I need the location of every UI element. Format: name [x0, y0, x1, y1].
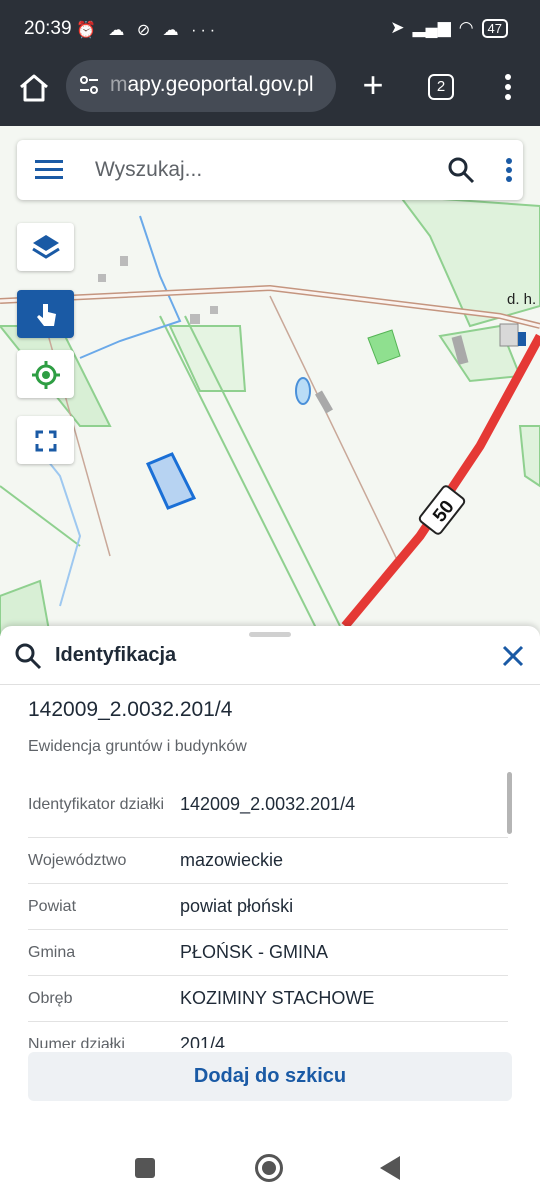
close-icon[interactable] [500, 643, 526, 669]
map-boundary [184, 315, 341, 627]
map-boundary [0, 485, 81, 547]
row-value: mazowieckie [180, 850, 284, 870]
home-button[interactable] [16, 70, 52, 106]
identification-panel: Identyfikacja 142009_2.0032.201/4 Ewiden… [0, 626, 540, 1136]
table-row: Obręb KOZIMINY STACHOWE [28, 976, 508, 1022]
url-faded-prefix: m [110, 73, 128, 96]
row-value: 142009_2.0032.201/4 [180, 794, 356, 814]
map-green-area [518, 425, 540, 488]
layers-button[interactable] [17, 223, 74, 271]
row-value: KOZIMINY STACHOWE [180, 988, 375, 1008]
tune-icon[interactable] [78, 74, 100, 96]
parcel-identifier: 142009_2.0032.201/4 [28, 698, 233, 721]
map-canvas[interactable]: 50 d. h. [0, 126, 540, 636]
status-time: 20:39 [24, 18, 72, 39]
row-value: powiat płoński [180, 896, 294, 916]
recents-button[interactable] [135, 1158, 155, 1178]
map-building [190, 314, 200, 324]
row-key: Gmina [28, 944, 76, 961]
table-row: Numer działki 201/4 [28, 1022, 508, 1048]
table-row: Powiat powiat płoński [28, 884, 508, 930]
more-notifications: ··· [191, 22, 220, 39]
table-row: Identyfikator działki 142009_2.0032.201/… [28, 772, 508, 838]
browser-toolbar: mapy.geoportal.gov.pl + 2 [0, 60, 540, 126]
home-nav-button[interactable] [255, 1154, 283, 1182]
attributes-table[interactable]: Identyfikator działki 142009_2.0032.201/… [28, 772, 508, 1048]
row-key: Identyfikator działki [28, 796, 165, 813]
browser-menu-button[interactable] [498, 72, 518, 102]
place-label: d. h. [507, 291, 536, 308]
panel-title: Identyfikacja [55, 644, 177, 666]
search-placeholder[interactable]: Wyszukaj... [95, 158, 202, 182]
plus-icon: + [362, 64, 384, 105]
map-orchard [367, 329, 401, 365]
panel-header: Identyfikacja [0, 638, 540, 685]
add-to-sketch-button[interactable]: Dodaj do szkicu [28, 1052, 512, 1101]
map-search-bar[interactable]: Wyszukaj... [17, 140, 523, 200]
touch-icon [37, 304, 56, 326]
map-building [315, 390, 333, 414]
row-key: Województwo [28, 852, 127, 869]
selected-parcel[interactable] [145, 452, 197, 510]
tabs-button[interactable]: 2 [428, 74, 454, 100]
identify-tool-button[interactable] [17, 290, 74, 338]
map-building [98, 274, 106, 282]
new-tab-button[interactable]: + [356, 66, 390, 106]
locate-icon [32, 361, 60, 389]
map-stream [79, 215, 182, 359]
data-source-label: Ewidencja gruntów i budynków [28, 738, 247, 755]
table-scrollbar[interactable] [507, 772, 512, 834]
map-building [120, 256, 128, 266]
search-icon [15, 643, 42, 670]
url-domain: apy.geoportal.gov.pl [127, 73, 314, 96]
system-icons: ➤ ▂▄▆ ◠ 47 [390, 18, 508, 38]
search-icon[interactable] [447, 156, 475, 184]
map-drawing: 50 d. h. [0, 194, 540, 636]
home-icon [20, 74, 48, 102]
status-bar: 20:39 ⏰ ☁ ⊘ ☁ ··· ➤ ▂▄▆ ◠ 47 [0, 0, 540, 60]
url-text[interactable]: mapy.geoportal.gov.pl [110, 73, 314, 97]
fullscreen-icon [35, 430, 57, 452]
notification-icons: ⏰ ☁ ⊘ ☁ ··· [76, 22, 220, 39]
fullscreen-button[interactable] [17, 416, 74, 464]
locate-button[interactable] [17, 350, 74, 398]
back-button[interactable] [380, 1156, 400, 1180]
table-row: Gmina PŁOŃSK - GMINA [28, 930, 508, 976]
map-pond [295, 377, 311, 405]
row-key: Obręb [28, 990, 73, 1007]
location-icon: ➤ [390, 18, 405, 37]
wifi-icon: ◠ [458, 18, 474, 37]
row-key: Powiat [28, 898, 77, 915]
table-row: Województwo mazowieckie [28, 838, 508, 884]
signal-icon: ▂▄▆ [412, 18, 451, 37]
row-value: PŁOŃSK - GMINA [180, 942, 329, 962]
row-key: Numer działki [28, 1036, 125, 1048]
map-building [210, 306, 218, 314]
layers-icon [32, 235, 60, 259]
system-nav-bar [0, 1136, 540, 1200]
sheet-drag-handle[interactable] [249, 632, 291, 637]
row-value: 201/4 [180, 1034, 226, 1048]
kebab-icon [505, 74, 511, 100]
menu-icon[interactable] [35, 159, 63, 181]
address-bar[interactable]: mapy.geoportal.gov.pl [66, 60, 336, 112]
map-building [518, 332, 526, 346]
more-options-icon[interactable] [503, 157, 515, 183]
map-main-road [341, 333, 540, 629]
battery-icon: 47 [481, 18, 508, 38]
map-building [499, 323, 519, 347]
